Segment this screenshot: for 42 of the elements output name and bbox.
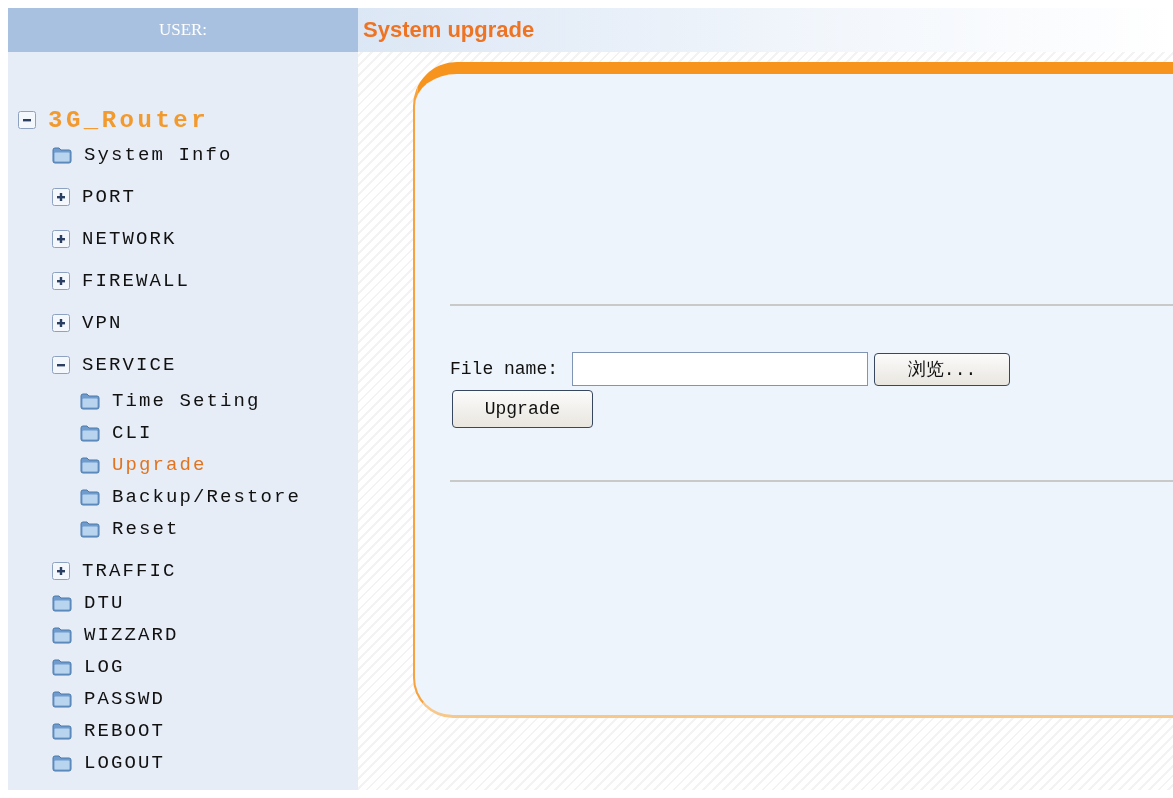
- upgrade-button[interactable]: Upgrade: [452, 390, 593, 428]
- folder-icon: [52, 690, 72, 708]
- folder-icon: [52, 594, 72, 612]
- folder-icon: [80, 520, 100, 538]
- folder-icon: [52, 658, 72, 676]
- folder-icon: [52, 754, 72, 772]
- collapse-icon[interactable]: [18, 111, 36, 129]
- page-title: System upgrade: [363, 17, 535, 43]
- expand-icon[interactable]: [52, 314, 70, 332]
- folder-icon: [80, 456, 100, 474]
- tree-item[interactable]: SERVICE: [78, 354, 177, 376]
- folder-icon: [52, 626, 72, 644]
- tree-item[interactable]: Backup/Restore: [108, 486, 302, 508]
- tree-item[interactable]: PORT: [78, 186, 136, 208]
- browse-button[interactable]: 浏览...: [874, 352, 1011, 386]
- collapse-icon[interactable]: [52, 356, 70, 374]
- folder-icon: [80, 424, 100, 442]
- tree-item[interactable]: NETWORK: [78, 228, 177, 250]
- folder-icon: [80, 488, 100, 506]
- folder-icon: [80, 392, 100, 410]
- tree-item[interactable]: PASSWD: [80, 688, 165, 710]
- expand-icon[interactable]: [52, 230, 70, 248]
- tree-item[interactable]: REBOOT: [80, 720, 165, 742]
- user-label: USER:: [158, 20, 208, 40]
- tree-item[interactable]: FIREWALL: [78, 270, 190, 292]
- folder-icon: [52, 146, 72, 164]
- expand-icon[interactable]: [52, 188, 70, 206]
- tree-item[interactable]: System Info: [80, 144, 233, 166]
- file-name-field[interactable]: [572, 352, 869, 386]
- tree-item[interactable]: CLI: [108, 422, 153, 444]
- tree-item[interactable]: Reset: [108, 518, 180, 540]
- expand-icon[interactable]: [52, 562, 70, 580]
- tree-item[interactable]: LOGOUT: [80, 752, 165, 774]
- tree-item[interactable]: LOG: [80, 656, 125, 678]
- file-name-label: File name:: [450, 359, 559, 379]
- tree-item[interactable]: Time Seting: [108, 390, 261, 412]
- expand-icon[interactable]: [52, 272, 70, 290]
- tree-item[interactable]: TRAFFIC: [78, 560, 177, 582]
- tree-item[interactable]: WIZZARD: [80, 624, 179, 646]
- folder-icon: [52, 722, 72, 740]
- tree-item[interactable]: VPN: [78, 312, 123, 334]
- tree-item[interactable]: DTU: [80, 592, 125, 614]
